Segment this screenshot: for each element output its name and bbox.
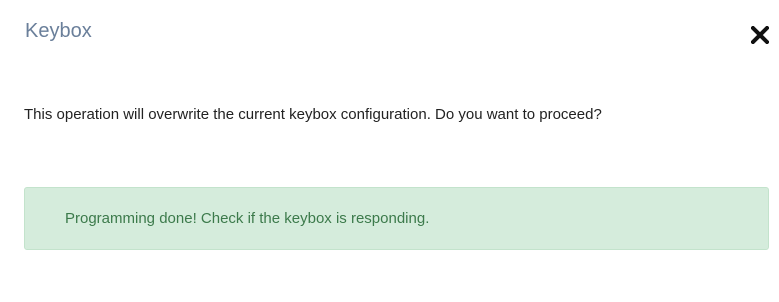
dialog-title: Keybox	[25, 20, 92, 42]
close-button[interactable]	[747, 22, 773, 48]
keybox-dialog: Keybox This operation will overwrite the…	[0, 0, 779, 302]
close-icon	[751, 26, 769, 44]
confirmation-message: This operation will overwrite the curren…	[24, 106, 602, 123]
success-alert: Programming done! Check if the keybox is…	[24, 187, 769, 250]
success-alert-text: Programming done! Check if the keybox is…	[65, 210, 430, 227]
